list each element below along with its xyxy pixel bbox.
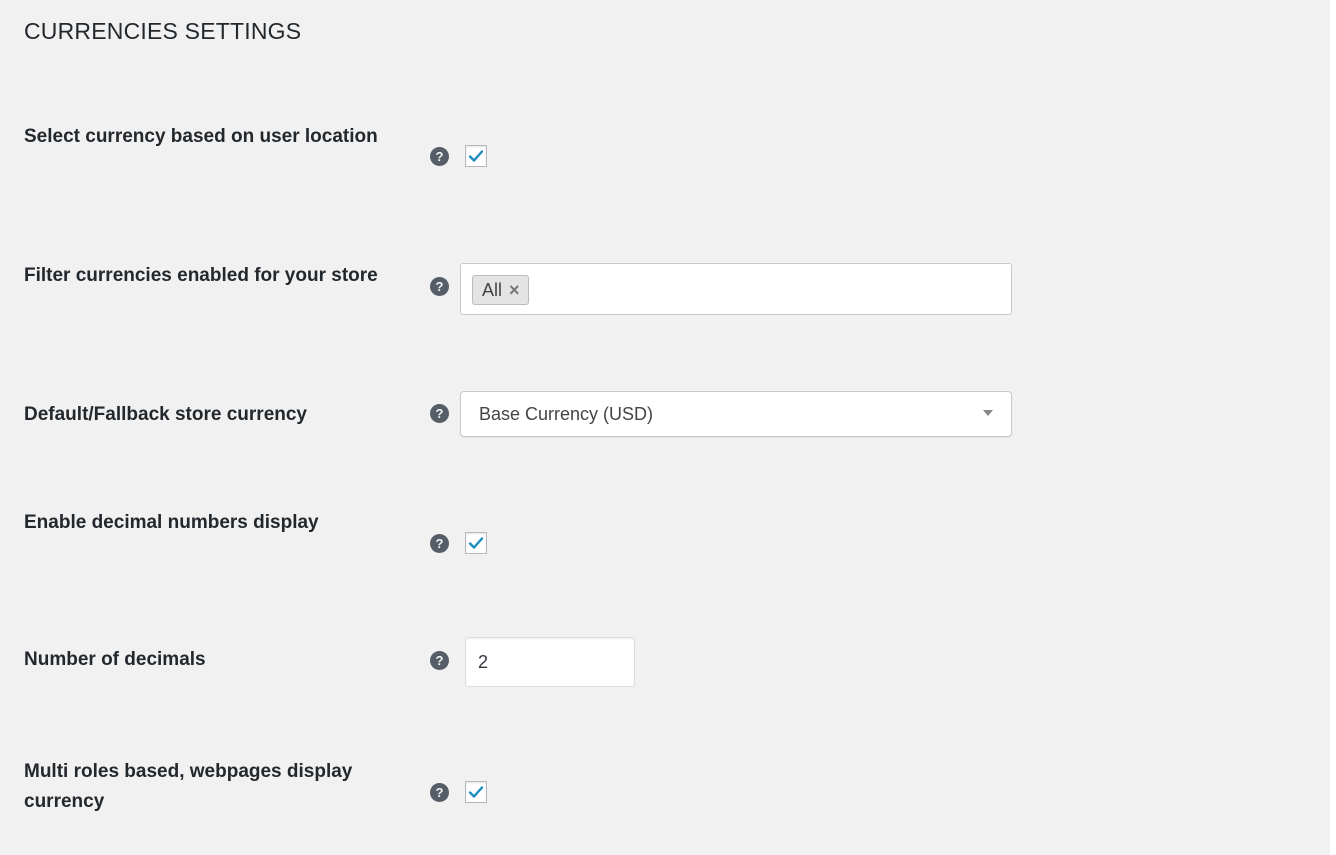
question-circle-icon[interactable]: ? (430, 277, 449, 296)
number-of-decimals-label: Number of decimals (24, 649, 206, 670)
filter-currencies-label: Filter currencies enabled for your store (24, 265, 378, 286)
currency-tag-label: All (482, 280, 503, 300)
currency-filter-multiselect[interactable]: All × (460, 263, 1012, 315)
checkmark-icon (468, 150, 484, 162)
dropdown-arrow-icon (983, 410, 993, 416)
location-setting-label: Select currency based on user location (24, 126, 378, 147)
decimals-display-label: Enable decimal numbers display (24, 512, 319, 533)
checkmark-icon (468, 786, 484, 798)
remove-tag-icon[interactable]: × (509, 280, 520, 300)
location-checkbox[interactable] (465, 145, 487, 167)
selected-currency-value: Base Currency (USD) (479, 404, 654, 424)
multi-roles-label: Multi roles based, webpages display curr… (24, 761, 353, 812)
question-circle-icon[interactable]: ? (430, 534, 449, 553)
question-circle-icon[interactable]: ? (430, 147, 449, 166)
multi-roles-checkbox[interactable] (465, 781, 487, 803)
settings-panel: CURRENCIES SETTINGS Select currency base… (0, 0, 1330, 855)
question-circle-icon[interactable]: ? (430, 404, 449, 423)
default-currency-select[interactable]: Base Currency (USD) (460, 391, 1012, 437)
question-circle-icon[interactable]: ? (430, 783, 449, 802)
checkmark-icon (468, 537, 484, 549)
currency-tag-all: All × (472, 275, 529, 305)
question-circle-icon[interactable]: ? (430, 651, 449, 670)
page-title: CURRENCIES SETTINGS (24, 18, 302, 44)
number-of-decimals-input[interactable] (465, 637, 635, 687)
decimals-display-checkbox[interactable] (465, 532, 487, 554)
default-currency-label: Default/Fallback store currency (24, 404, 307, 425)
